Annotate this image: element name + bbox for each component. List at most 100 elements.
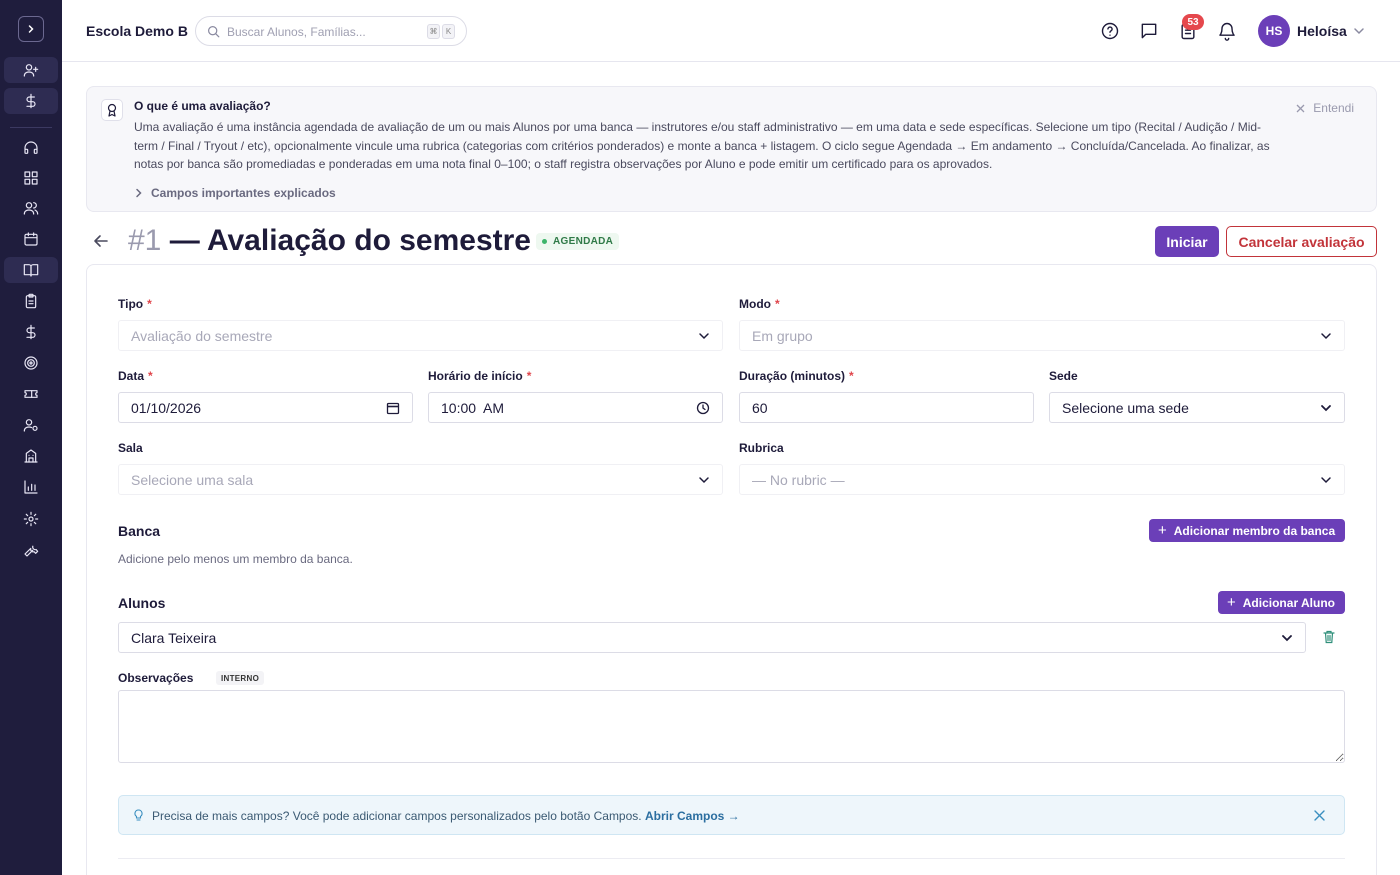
search-input[interactable]: [227, 22, 417, 42]
sala-value: Selecione uma sala: [131, 471, 254, 488]
target-icon: [24, 356, 38, 370]
sidebar-item-locations[interactable]: [4, 443, 58, 469]
notification-count-badge: 53: [1182, 14, 1204, 30]
duration-input[interactable]: 60: [739, 392, 1034, 423]
date-input[interactable]: 01/10/2026: [118, 392, 413, 423]
cancel-assessment-button[interactable]: Cancelar avaliação: [1226, 226, 1377, 257]
chevron-down-icon: [699, 477, 709, 484]
student-select[interactable]: Clara Teixeira: [118, 622, 1306, 653]
add-panel-member-label: Adicionar membro da banca: [1173, 523, 1336, 538]
sede-value: Selecione uma sede: [1062, 399, 1189, 416]
award-icon: [107, 103, 117, 117]
internal-tag: INTERNO: [216, 671, 265, 685]
dollar-icon: [26, 93, 36, 109]
search-box[interactable]: ⌘ K: [195, 16, 467, 46]
alunos-title: Alunos: [118, 595, 166, 611]
building-icon: [24, 449, 38, 463]
add-student-button[interactable]: + Adicionar Aluno: [1218, 591, 1345, 614]
messages-button[interactable]: [1139, 21, 1159, 41]
tipo-label: Tipo *: [118, 297, 152, 311]
sidebar-item-settings[interactable]: [4, 506, 58, 532]
time-input[interactable]: 10:00 AM: [428, 392, 723, 423]
tipo-select[interactable]: Avaliação do semestre: [118, 320, 723, 351]
sidebar-item-staff[interactable]: [4, 412, 58, 438]
chevron-down-icon[interactable]: [1352, 24, 1366, 38]
info-more-label: Campos importantes explicados: [151, 186, 336, 200]
search-icon: [208, 26, 220, 38]
sidebar-toggle-button[interactable]: [18, 16, 44, 42]
calendar-icon: [24, 232, 38, 246]
user-name[interactable]: Heloísa: [1297, 23, 1347, 39]
plus-icon: +: [1158, 522, 1167, 539]
page-title: #1 — Avaliação do semestre: [128, 224, 531, 258]
close-icon[interactable]: [1313, 809, 1326, 822]
duration-value: 60: [752, 399, 768, 416]
chevron-down-icon: [1282, 635, 1292, 642]
sidebar: [0, 0, 62, 875]
wrench-icon: [24, 545, 39, 557]
settings-icon: [23, 511, 39, 527]
close-icon: [1296, 104, 1305, 112]
user-gear-icon: [23, 419, 38, 432]
sidebar-item-support[interactable]: [4, 135, 58, 161]
trash-icon[interactable]: [1321, 629, 1337, 645]
sidebar-item-tools[interactable]: [4, 537, 58, 563]
status-badge: AGENDADA: [536, 233, 620, 250]
sede-label: Sede: [1049, 369, 1078, 383]
info-dismiss-button[interactable]: Entendi: [1296, 101, 1354, 115]
sidebar-item-finance[interactable]: [4, 319, 58, 345]
duracao-label: Duração (minutos) *: [739, 369, 854, 383]
sidebar-item-goals[interactable]: [4, 350, 58, 376]
sidebar-item-assessments[interactable]: [4, 288, 58, 314]
sidebar-item-dashboard[interactable]: [4, 165, 58, 191]
avatar[interactable]: HS: [1258, 15, 1290, 47]
lightbulb-icon: [134, 809, 143, 821]
info-panel: O que é uma avaliação? Uma avaliação é u…: [86, 86, 1377, 212]
sidebar-item-billing[interactable]: [4, 88, 58, 114]
tip-text-line: Precisa de mais campos? Você pode adicio…: [152, 809, 740, 823]
help-button[interactable]: [1100, 21, 1120, 41]
sidebar-item-courses[interactable]: [4, 257, 58, 283]
open-fields-link[interactable]: Abrir Campos →: [645, 809, 740, 823]
rubrica-select[interactable]: — No rubric —: [739, 464, 1345, 495]
modo-select[interactable]: Em grupo: [739, 320, 1345, 351]
book-open-icon: [23, 264, 39, 277]
grid-icon: [24, 171, 38, 185]
sidebar-item-tickets[interactable]: [4, 381, 58, 407]
tip-banner: Precisa de mais campos? Você pode adicio…: [118, 795, 1345, 835]
chevron-right-icon: [136, 188, 142, 198]
info-more-toggle[interactable]: Campos importantes explicados: [135, 186, 336, 200]
tip-text: Precisa de mais campos? Você pode adicio…: [152, 809, 642, 823]
back-arrow-icon[interactable]: [92, 232, 110, 250]
start-button[interactable]: Iniciar: [1155, 226, 1219, 257]
info-title: O que é uma avaliação?: [134, 99, 271, 113]
school-name: Escola Demo B: [86, 23, 188, 39]
sidebar-item-reports[interactable]: [4, 474, 58, 500]
sala-select[interactable]: Selecione uma sala: [118, 464, 723, 495]
calendar-icon[interactable]: [386, 401, 400, 415]
student-value: Clara Teixeira: [131, 629, 217, 646]
rubrica-label: Rubrica: [739, 441, 784, 455]
add-panel-member-button[interactable]: + Adicionar membro da banca: [1149, 519, 1345, 542]
users-icon: [23, 202, 39, 215]
clock-icon[interactable]: [696, 401, 710, 415]
sidebar-item-people[interactable]: [4, 195, 58, 221]
chevron-down-icon: [1321, 477, 1331, 484]
banca-hint: Adicione pelo menos um membro da banca.: [118, 552, 353, 566]
sidebar-item-calendar[interactable]: [4, 226, 58, 252]
tipo-value: Avaliação do semestre: [131, 327, 273, 344]
modo-label: Modo *: [739, 297, 780, 311]
notifications-button[interactable]: [1217, 21, 1237, 41]
info-panel-icon-box: [101, 99, 123, 121]
message-square-icon: [1141, 23, 1157, 39]
observacoes-textarea[interactable]: [118, 690, 1345, 763]
sede-select[interactable]: Selecione uma sede: [1049, 392, 1345, 423]
page-title-number: #1: [128, 224, 162, 257]
dollar-icon: [26, 324, 36, 340]
kbd-key: K: [442, 24, 455, 39]
banca-title: Banca: [118, 523, 161, 539]
rubrica-value: — No rubric —: [752, 471, 845, 488]
chevron-right-icon: [28, 25, 34, 33]
sidebar-item-add-user[interactable]: [4, 57, 58, 83]
status-text: AGENDADA: [553, 236, 614, 247]
